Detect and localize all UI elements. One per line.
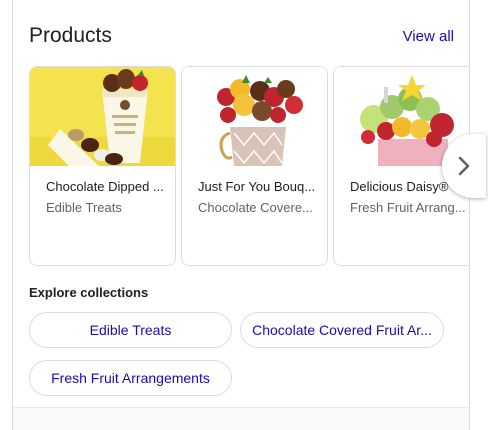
chocolate-dipped-fruit-image (30, 67, 175, 166)
product-category: Edible Treats (46, 200, 122, 215)
product-card[interactable]: Just For You Bouq... Chocolate Covere... (181, 66, 328, 266)
collection-chip-chocolate-covered-fruit[interactable]: Chocolate Covered Fruit Ar... (240, 312, 444, 348)
view-all-link[interactable]: View all (403, 28, 454, 45)
product-card[interactable]: Chocolate Dipped ... Edible Treats (29, 66, 176, 266)
product-carousel: Chocolate Dipped ... Edible Treats Just … (29, 66, 469, 266)
product-category: Fresh Fruit Arrang... (350, 200, 466, 215)
products-panel: Products View all Chocolate Dipped ... E… (12, 0, 486, 430)
section-title: Products (29, 24, 112, 47)
chevron-right-icon (458, 156, 470, 176)
explore-collections-heading: Explore collections (29, 285, 149, 300)
collection-chip-fresh-fruit-arrangements[interactable]: Fresh Fruit Arrangements (29, 360, 232, 396)
collection-chip-edible-treats[interactable]: Edible Treats (29, 312, 232, 348)
product-name: Just For You Bouq... (198, 179, 316, 194)
product-name: Chocolate Dipped ... (46, 179, 164, 194)
bouquet-in-mug-image (182, 67, 327, 166)
panel-footer-strip (13, 407, 469, 430)
product-category: Chocolate Covere... (198, 200, 313, 215)
